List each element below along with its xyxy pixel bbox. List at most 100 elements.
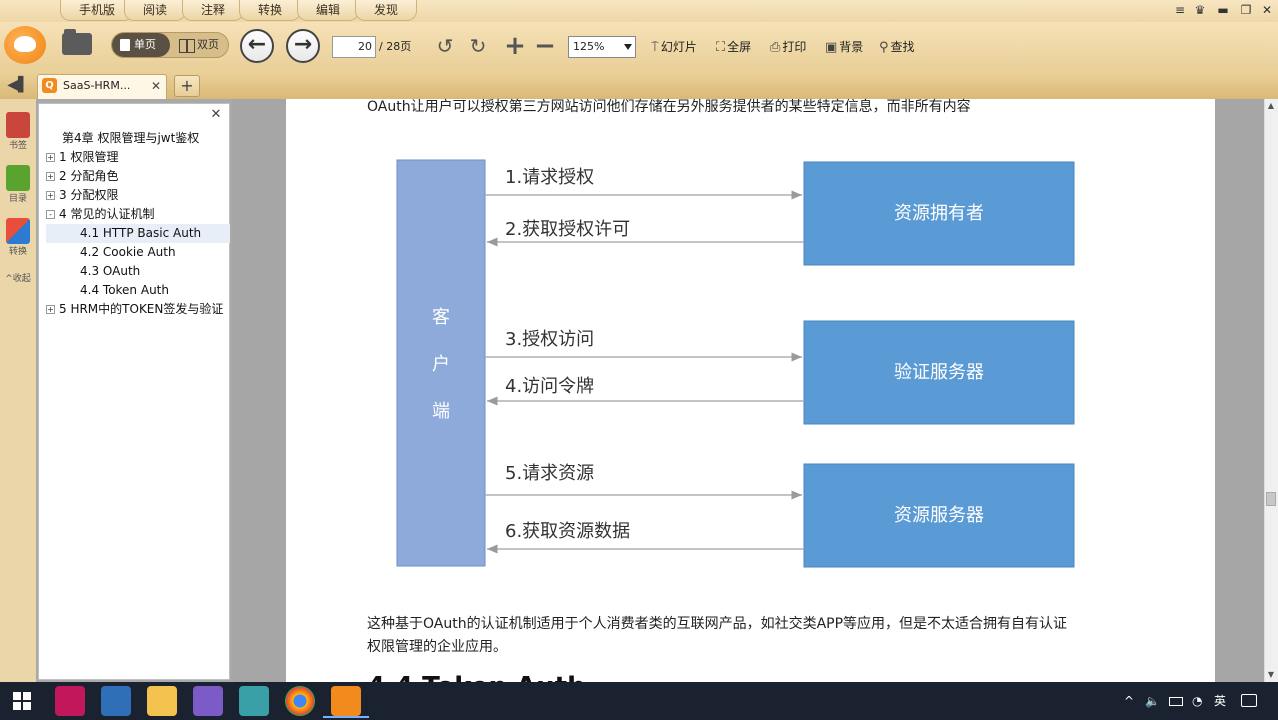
tray-chevron-icon[interactable]: ^ bbox=[1124, 692, 1134, 710]
expand-icon[interactable]: + bbox=[46, 172, 55, 181]
zoom-out-icon[interactable]: − bbox=[533, 33, 557, 59]
convert-label: 转换 bbox=[8, 247, 27, 257]
menu-tab-annotate[interactable]: 注释 bbox=[182, 0, 245, 21]
windows-start-icon[interactable] bbox=[13, 692, 31, 710]
slideshow-button[interactable]: ⍑ 幻灯片 bbox=[651, 38, 697, 56]
zoom-value: 125% bbox=[573, 40, 605, 53]
outline-item[interactable]: 第4章 权限管理与jwt鉴权 bbox=[46, 129, 230, 148]
menu-tab-convert[interactable]: 转换 bbox=[239, 0, 302, 21]
prev-page-button[interactable]: ← bbox=[240, 29, 274, 63]
slideshow-label: 幻灯片 bbox=[660, 40, 697, 54]
ime-indicator[interactable]: 英 bbox=[1214, 692, 1226, 710]
outline-item-label: 3 分配权限 bbox=[59, 188, 119, 202]
chrome-icon[interactable] bbox=[285, 686, 315, 716]
outline-item[interactable]: 4.3 OAuth bbox=[46, 262, 230, 281]
vertical-scrollbar[interactable] bbox=[1264, 99, 1278, 682]
app-icon-4[interactable] bbox=[193, 686, 223, 716]
rotate-left-icon[interactable]: ↺ bbox=[433, 34, 457, 58]
scrollbar-thumb[interactable] bbox=[1266, 492, 1276, 506]
outline-item-label: 第4章 权限管理与jwt鉴权 bbox=[62, 131, 200, 145]
zoom-in-icon[interactable]: + bbox=[503, 33, 527, 59]
app-icon-5[interactable] bbox=[239, 686, 269, 716]
expand-icon[interactable]: + bbox=[46, 191, 55, 200]
resource-owner-label: 资源拥有者 bbox=[894, 203, 984, 224]
step-2-label: 2.获取授权许可 bbox=[505, 219, 630, 240]
chevron-up-icon: ^ bbox=[5, 274, 13, 284]
outline-item[interactable]: +1 权限管理 bbox=[46, 148, 230, 167]
fullscreen-icon: ⛶ bbox=[716, 40, 726, 55]
outline-item[interactable]: -4 常见的认证机制 bbox=[46, 205, 230, 224]
next-page-button[interactable]: → bbox=[286, 29, 320, 63]
menu-tab-read[interactable]: 阅读 bbox=[124, 0, 187, 21]
collapse-icon[interactable]: - bbox=[46, 210, 55, 219]
restore-icon[interactable]: ❐ bbox=[1236, 1, 1256, 19]
outline-item-label: 1 权限管理 bbox=[59, 150, 119, 164]
document-tab-title: SaaS-HRM... bbox=[63, 79, 131, 92]
double-page-button[interactable]: 双页 bbox=[176, 33, 226, 57]
search-icon: ⚲ bbox=[879, 40, 889, 55]
menu-tab-edit[interactable]: 编辑 bbox=[297, 0, 360, 21]
outline-item[interactable]: +2 分配角色 bbox=[46, 167, 230, 186]
oauth-flow-diagram: 客 户 端 资源拥有者 验证服务器 资源服务器 1.请求授权 2.获取授权许可 … bbox=[396, 159, 1075, 568]
notification-icon[interactable] bbox=[1241, 694, 1257, 707]
bookmark-label: 书签 bbox=[8, 141, 27, 151]
outline-item[interactable]: 4.1 HTTP Basic Auth bbox=[46, 224, 230, 243]
outline-item[interactable]: +5 HRM中的TOKEN签发与验证 bbox=[46, 300, 230, 319]
new-tab-button[interactable]: + bbox=[174, 75, 200, 97]
file-explorer-icon[interactable] bbox=[147, 686, 177, 716]
fullscreen-button[interactable]: ⛶ 全屏 bbox=[716, 38, 751, 56]
wifi-icon[interactable]: ◔ bbox=[1192, 692, 1202, 710]
step-6-label: 6.获取资源数据 bbox=[505, 521, 630, 542]
close-icon[interactable]: ✕ bbox=[1257, 1, 1277, 19]
client-char-2: 户 bbox=[432, 354, 450, 375]
print-button[interactable]: ⎙ 打印 bbox=[770, 38, 806, 56]
find-label: 查找 bbox=[890, 40, 915, 54]
outline-item[interactable]: 4.2 Cookie Auth bbox=[46, 243, 230, 262]
zoom-select[interactable]: 125% bbox=[568, 36, 636, 58]
battery-icon[interactable] bbox=[1169, 697, 1183, 706]
outline-item-label: 4.4 Token Auth bbox=[80, 283, 169, 297]
outline-item-label: 2 分配角色 bbox=[59, 169, 119, 183]
volume-icon[interactable]: 🔈 bbox=[1145, 692, 1160, 710]
outline-item[interactable]: +3 分配权限 bbox=[46, 186, 230, 205]
bookmark-button[interactable]: 书签 bbox=[0, 112, 36, 151]
menu-tab-mobile[interactable]: 手机版 bbox=[60, 0, 135, 21]
intellij-icon[interactable] bbox=[55, 686, 85, 716]
page-number-input[interactable]: 20 bbox=[332, 36, 376, 58]
scroll-up-icon[interactable]: ▲ bbox=[1266, 101, 1276, 111]
outline-item-label: 4 常见的认证机制 bbox=[59, 207, 155, 221]
close-tab-icon[interactable]: ✕ bbox=[149, 78, 163, 94]
skin-icon[interactable]: ♛ bbox=[1190, 1, 1210, 19]
open-folder-icon[interactable] bbox=[62, 29, 92, 55]
client-char-3: 端 bbox=[432, 401, 450, 422]
dolphin-app-icon[interactable] bbox=[101, 686, 131, 716]
pdf-reader-taskbar-icon[interactable] bbox=[331, 686, 361, 716]
resource-server-label: 资源服务器 bbox=[894, 505, 984, 526]
menu-dropdown-icon[interactable]: ≡ bbox=[1170, 1, 1190, 19]
page-total: / 28页 bbox=[379, 40, 412, 53]
chevron-down-icon bbox=[624, 44, 632, 50]
collapse-sidebar-icon[interactable]: ◀▌ bbox=[7, 76, 29, 94]
toc-button[interactable]: 目录 bbox=[0, 165, 36, 204]
single-page-button[interactable]: 单页 bbox=[112, 33, 170, 57]
outline-item-label: 5 HRM中的TOKEN签发与验证 bbox=[59, 302, 224, 316]
collapse-label: 收起 bbox=[12, 274, 31, 284]
outline-item[interactable]: 4.4 Token Auth bbox=[46, 281, 230, 300]
paragraph-line-1: 这种基于OAuth的认证机制适用于个人消费者类的互联网产品，如社交类APP等应用… bbox=[367, 616, 1068, 632]
rotate-right-icon[interactable]: ↻ bbox=[466, 34, 490, 58]
convert-button[interactable]: 转换 bbox=[0, 218, 36, 257]
pdf-file-icon: Q bbox=[42, 78, 57, 93]
active-app-indicator bbox=[323, 716, 369, 718]
minimize-icon[interactable]: ▬ bbox=[1213, 1, 1233, 19]
scroll-down-icon[interactable]: ▼ bbox=[1266, 670, 1276, 680]
find-button[interactable]: ⚲ 查找 bbox=[879, 38, 915, 56]
step-5-label: 5.请求资源 bbox=[505, 463, 594, 484]
expand-icon[interactable]: + bbox=[46, 305, 55, 314]
menu-tab-discover[interactable]: 发现 bbox=[355, 0, 418, 21]
expand-icon[interactable]: + bbox=[46, 153, 55, 162]
collapse-button[interactable]: ^收起 bbox=[0, 271, 36, 284]
client-char-1: 客 bbox=[432, 307, 450, 328]
outline-item-label: 4.2 Cookie Auth bbox=[80, 245, 176, 259]
background-button[interactable]: ▣ 背景 bbox=[825, 38, 863, 56]
close-outline-icon[interactable]: ✕ bbox=[209, 107, 223, 123]
